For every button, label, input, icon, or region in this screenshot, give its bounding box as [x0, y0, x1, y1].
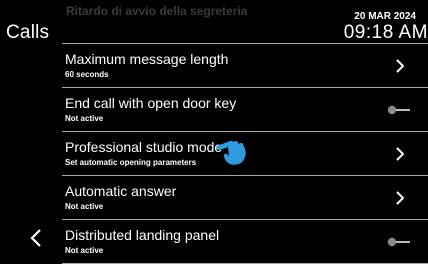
- setting-row-automatic-answer[interactable]: Automatic answer Not active: [62, 176, 428, 220]
- setting-title: Professional studio mode: [65, 139, 223, 155]
- setting-title: End call with open door key: [65, 95, 237, 111]
- chevron-right-icon[interactable]: [392, 58, 408, 74]
- chevron-right-icon[interactable]: [392, 146, 408, 162]
- clock-display: 09:18 AM: [343, 22, 428, 43]
- setting-subtitle: Not active: [65, 114, 104, 123]
- date-display: 20 MAR 2024: [354, 11, 416, 22]
- chevron-right-icon[interactable]: [392, 190, 408, 206]
- setting-subtitle: 60 seconds: [65, 70, 109, 79]
- toggle-switch[interactable]: [387, 105, 411, 115]
- setting-subtitle: Not active: [65, 246, 104, 255]
- setting-subtitle: Set automatic opening parameters: [65, 158, 197, 167]
- setting-title: Maximum message length: [65, 51, 229, 67]
- setting-subtitle: Not active: [65, 202, 104, 211]
- hand-pointer-icon: [216, 140, 246, 165]
- chevron-left-icon[interactable]: [28, 227, 44, 249]
- toggle-switch[interactable]: [387, 237, 411, 247]
- setting-row-maximum-message-length[interactable]: Maximum message length 60 seconds: [62, 43, 428, 88]
- faded-previous-title: Ritardo di avvio della segreteria: [66, 4, 248, 18]
- setting-row-end-call-with-open-door-key[interactable]: End call with open door key Not active: [62, 88, 428, 132]
- page-title: Calls: [6, 22, 50, 43]
- setting-row-distributed-landing-panel[interactable]: Distributed landing panel Not active: [62, 220, 428, 264]
- setting-title: Automatic answer: [65, 183, 177, 199]
- setting-title: Distributed landing panel: [65, 227, 220, 243]
